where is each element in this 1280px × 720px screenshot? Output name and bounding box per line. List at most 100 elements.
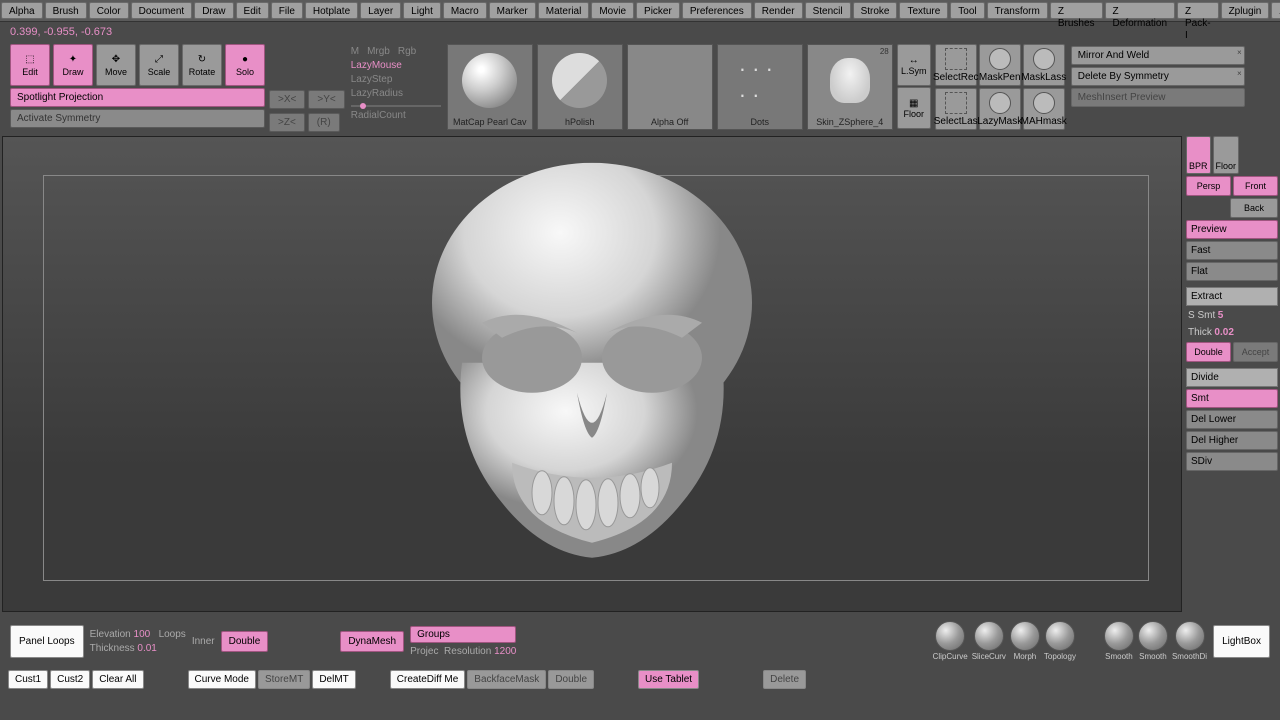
creatediff-button[interactable]: CreateDiff Me: [390, 670, 466, 689]
menu-tool[interactable]: Tool: [950, 2, 984, 19]
accept-button[interactable]: Accept: [1233, 342, 1278, 362]
double-footer-button[interactable]: Double: [548, 670, 594, 689]
del-lower-button[interactable]: Del Lower: [1186, 410, 1278, 429]
smt-button[interactable]: Smt: [1186, 389, 1278, 408]
draw-mode-button[interactable]: ✦Draw: [53, 44, 93, 86]
elevation-slider[interactable]: Elevation 100 Loops: [90, 629, 186, 640]
rotate-button[interactable]: ↻Rotate: [182, 44, 222, 86]
menu-zdeform[interactable]: Z Deformation: [1105, 2, 1175, 19]
lazyradius-label[interactable]: LazyRadius: [351, 88, 441, 99]
menu-hotplate[interactable]: Hotplate: [305, 2, 358, 19]
lazymouse-toggle[interactable]: LazyMouse: [351, 60, 441, 71]
menu-zscript[interactable]: Zscript: [1271, 2, 1280, 19]
solo-button[interactable]: ●Solo: [225, 44, 265, 86]
preview-button[interactable]: Preview: [1186, 220, 1278, 239]
menu-macro[interactable]: Macro: [443, 2, 487, 19]
ssmt-slider[interactable]: S Smt 5: [1186, 308, 1278, 323]
lazystep-label[interactable]: LazyStep: [351, 74, 441, 85]
slicecurve-brush[interactable]: SliceCurv: [972, 621, 1006, 661]
menu-draw[interactable]: Draw: [194, 2, 233, 19]
menu-render[interactable]: Render: [754, 2, 803, 19]
smooth-brush-1[interactable]: Smooth: [1104, 621, 1134, 661]
meshinsert-preview-button[interactable]: MeshInsert Preview: [1071, 88, 1245, 107]
masklasso-button[interactable]: MaskLass: [1023, 44, 1065, 86]
store-mt-button[interactable]: StoreMT: [258, 670, 310, 689]
resolution-slider[interactable]: Projec Resolution 1200: [410, 646, 516, 657]
cust1-button[interactable]: Cust1: [8, 670, 48, 689]
bpr-button[interactable]: BPR: [1186, 136, 1211, 174]
flat-button[interactable]: Flat: [1186, 262, 1278, 281]
smooth-brush-2[interactable]: Smooth: [1138, 621, 1168, 661]
sym-r-button[interactable]: (R): [308, 113, 340, 132]
panel-loops-button[interactable]: Panel Loops: [10, 625, 84, 658]
menu-zbrushes[interactable]: Z Brushes: [1050, 2, 1103, 19]
edit-mode-button[interactable]: ⬚Edit: [10, 44, 50, 86]
spotlight-projection-button[interactable]: Spotlight Projection: [10, 88, 265, 107]
menu-light[interactable]: Light: [403, 2, 441, 19]
canvas-viewport[interactable]: [2, 136, 1182, 612]
delete-symmetry-button[interactable]: Delete By Symmetry×: [1071, 67, 1245, 86]
topology-brush[interactable]: Topology: [1044, 621, 1076, 661]
double-button[interactable]: Double: [1186, 342, 1231, 362]
menu-texture[interactable]: Texture: [899, 2, 948, 19]
lightbox-button[interactable]: LightBox: [1213, 625, 1270, 658]
floor-toggle[interactable]: Floor: [1213, 136, 1240, 174]
curve-mode-button[interactable]: Curve Mode: [188, 670, 256, 689]
thickness-slider[interactable]: Thickness 0.01: [90, 643, 186, 654]
menu-picker[interactable]: Picker: [636, 2, 680, 19]
rgb-toggle[interactable]: Rgb: [398, 46, 416, 57]
del-higher-button[interactable]: Del Higher: [1186, 431, 1278, 450]
material-preview[interactable]: MatCap Pearl Cav: [447, 44, 533, 130]
menu-file[interactable]: File: [271, 2, 303, 19]
back-button[interactable]: Back: [1230, 198, 1278, 218]
menu-transform[interactable]: Transform: [987, 2, 1048, 19]
menu-brush[interactable]: Brush: [45, 2, 87, 19]
menu-edit[interactable]: Edit: [236, 2, 269, 19]
stroke-preview[interactable]: Dots: [717, 44, 803, 130]
selectrec-button[interactable]: SelectRec: [935, 44, 977, 86]
menu-zplugin[interactable]: Zplugin: [1221, 2, 1270, 19]
menu-material[interactable]: Material: [538, 2, 590, 19]
menu-marker[interactable]: Marker: [489, 2, 536, 19]
use-tablet-button[interactable]: Use Tablet: [638, 670, 699, 689]
lazyradius-slider[interactable]: [351, 105, 441, 107]
smoothdi-brush[interactable]: SmoothDi: [1172, 621, 1207, 661]
m-toggle[interactable]: M: [351, 46, 359, 57]
scale-button[interactable]: ⤢Scale: [139, 44, 179, 86]
morph-brush[interactable]: Morph: [1010, 621, 1040, 661]
tool-preview[interactable]: 28Skin_ZSphere_4: [807, 44, 893, 130]
thick-slider[interactable]: Thick 0.02: [1186, 325, 1278, 340]
delete-button[interactable]: Delete: [763, 670, 806, 689]
menu-alpha[interactable]: Alpha: [1, 2, 43, 19]
fast-button[interactable]: Fast: [1186, 241, 1278, 260]
menu-preferences[interactable]: Preferences: [682, 2, 752, 19]
menu-stroke[interactable]: Stroke: [853, 2, 898, 19]
maskpen-button[interactable]: MaskPen: [979, 44, 1021, 86]
brush-preview-hpolish[interactable]: hPolish: [537, 44, 623, 130]
extract-section[interactable]: Extract: [1186, 287, 1278, 306]
menu-layer[interactable]: Layer: [360, 2, 401, 19]
lazymask-button[interactable]: LazyMask: [979, 88, 1021, 130]
sdiv-slider[interactable]: SDiv: [1186, 452, 1278, 471]
clear-all-button[interactable]: Clear All: [92, 670, 143, 689]
backface-mask-button[interactable]: BackfaceMask: [467, 670, 546, 689]
menu-zpack[interactable]: Z Pack-I: [1177, 2, 1219, 19]
persp-button[interactable]: Persp: [1186, 176, 1231, 196]
cust2-button[interactable]: Cust2: [50, 670, 90, 689]
dynamesh-button[interactable]: DynaMesh: [340, 631, 404, 652]
del-mt-button[interactable]: DelMT: [312, 670, 355, 689]
clipcurve-brush[interactable]: ClipCurve: [933, 621, 968, 661]
lsym-button[interactable]: ↔L.Sym: [897, 44, 931, 86]
activate-symmetry-button[interactable]: Activate Symmetry: [10, 109, 265, 128]
groups-button[interactable]: Groups: [410, 626, 516, 643]
front-button[interactable]: Front: [1233, 176, 1278, 196]
menu-document[interactable]: Document: [131, 2, 193, 19]
mahmask-button[interactable]: MAHmask: [1023, 88, 1065, 130]
mirror-weld-button[interactable]: Mirror And Weld×: [1071, 46, 1245, 65]
sym-z-button[interactable]: >Z<: [269, 113, 305, 132]
radialcount-label[interactable]: RadialCount: [351, 110, 441, 121]
mrgb-toggle[interactable]: Mrgb: [367, 46, 390, 57]
menu-color[interactable]: Color: [89, 2, 129, 19]
menu-movie[interactable]: Movie: [591, 2, 634, 19]
divide-section[interactable]: Divide: [1186, 368, 1278, 387]
